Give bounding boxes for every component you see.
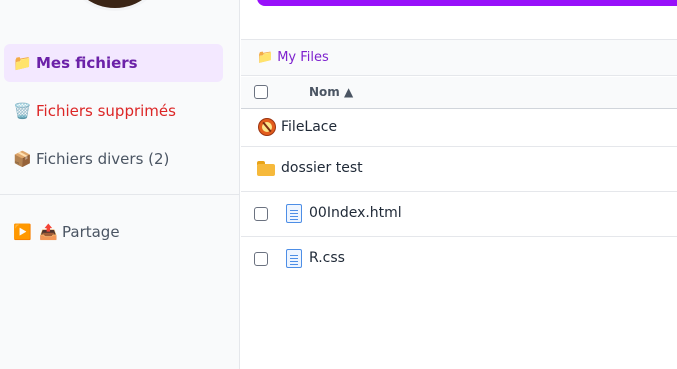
table-row[interactable]: dossier test bbox=[241, 147, 677, 192]
accent-bar bbox=[257, 0, 677, 6]
app-window: 📁 Mes fichiers 🗑️ Fichiers supprimés 📦 F… bbox=[0, 0, 677, 369]
table-row[interactable]: R.css bbox=[241, 237, 677, 282]
expand-toggle-icon[interactable]: ▶️ bbox=[13, 223, 32, 241]
sidebar: 📁 Mes fichiers 🗑️ Fichiers supprimés 📦 F… bbox=[0, 0, 240, 369]
document-icon bbox=[286, 249, 302, 268]
main-panel: 📁 My Files Nom ▲ FileLace dossier test 0… bbox=[241, 0, 677, 369]
row-name[interactable]: dossier test bbox=[281, 160, 363, 176]
sidebar-divider bbox=[0, 194, 240, 195]
trash-icon: 🗑️ bbox=[13, 102, 32, 120]
app-icon bbox=[258, 118, 276, 136]
avatar[interactable] bbox=[67, 0, 163, 11]
row-name[interactable]: FileLace bbox=[281, 119, 337, 135]
folder-icon: 📁 bbox=[13, 54, 32, 72]
sidebar-item-label: Partage bbox=[62, 223, 120, 241]
package-icon: 📦 bbox=[13, 150, 32, 168]
sidebar-item-misc-files[interactable]: 📦 Fichiers divers (2) bbox=[4, 140, 223, 178]
row-name[interactable]: 00Index.html bbox=[309, 205, 402, 221]
folder-icon: 📁 bbox=[257, 50, 274, 65]
sidebar-item-my-files[interactable]: 📁 Mes fichiers bbox=[4, 44, 223, 82]
breadcrumb-item-my-files[interactable]: My Files bbox=[277, 50, 329, 65]
row-name[interactable]: R.css bbox=[309, 250, 345, 266]
column-header-name[interactable]: Nom ▲ bbox=[309, 85, 353, 99]
select-all-checkbox[interactable] bbox=[254, 85, 268, 99]
sidebar-item-label: Mes fichiers bbox=[36, 54, 138, 72]
document-icon bbox=[286, 204, 302, 223]
table-row[interactable]: FileLace bbox=[241, 109, 677, 147]
sidebar-item-share[interactable]: ▶️ 📤 Partage bbox=[4, 213, 223, 251]
row-checkbox[interactable] bbox=[254, 207, 268, 221]
row-checkbox[interactable] bbox=[254, 252, 268, 266]
sidebar-item-label: Fichiers supprimés bbox=[36, 102, 176, 120]
table-row[interactable]: 00Index.html bbox=[241, 192, 677, 237]
table-header: Nom ▲ bbox=[241, 77, 677, 109]
sidebar-item-label: Fichiers divers (2) bbox=[36, 150, 170, 168]
share-icon: 📤 bbox=[39, 223, 58, 241]
folder-icon bbox=[257, 161, 275, 176]
sidebar-item-deleted-files[interactable]: 🗑️ Fichiers supprimés bbox=[4, 92, 223, 130]
breadcrumb: 📁 My Files bbox=[241, 39, 677, 76]
